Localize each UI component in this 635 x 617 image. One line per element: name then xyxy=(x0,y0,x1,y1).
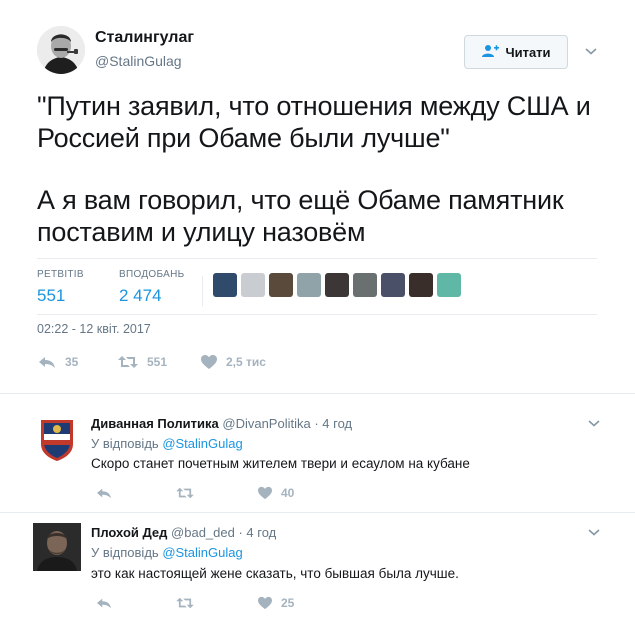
reply-header: Диванная Политика @DivanPolitika · 4 год xyxy=(91,416,352,431)
tweet-text: "Путин заявил, что отношения между США и… xyxy=(37,90,612,248)
chevron-down-icon[interactable] xyxy=(587,527,601,537)
likes-stat[interactable]: ВПОДОБАНЬ 2 474 xyxy=(119,269,184,306)
liker-avatar[interactable] xyxy=(325,273,349,297)
reply-icon xyxy=(97,598,111,609)
tweet-quote-paragraph: "Путин заявил, что отношения между США и… xyxy=(37,91,591,153)
like-action[interactable]: 40 xyxy=(257,486,294,500)
liker-avatar[interactable] xyxy=(269,273,293,297)
likes-value: 2 474 xyxy=(119,286,162,305)
heart-icon xyxy=(258,486,272,500)
divanpolitika-avatar[interactable] xyxy=(33,414,81,462)
follow-button-label: Читати xyxy=(505,44,551,60)
reply-to-link[interactable]: @StalinGulag xyxy=(162,545,242,560)
tweet-timestamp[interactable]: 02:22 - 12 квіт. 2017 xyxy=(37,322,151,336)
retweet-action[interactable]: 551 xyxy=(117,354,167,370)
liker-avatar[interactable] xyxy=(353,273,377,297)
reply-time[interactable]: · 4 год xyxy=(314,416,352,431)
tweet-comment-paragraph: А я вам говорил, что ещё Обаме памятник … xyxy=(37,185,564,247)
reply-icon xyxy=(97,488,111,499)
chevron-down-icon[interactable] xyxy=(584,46,598,56)
reply-text: Скоро станет почетным жителем твери и ес… xyxy=(91,456,470,471)
retweets-label: РЕТВІТІВ xyxy=(37,269,84,280)
liker-avatar[interactable] xyxy=(241,273,265,297)
liker-avatar[interactable] xyxy=(297,273,321,297)
reply-context: У відповідь @StalinGulag xyxy=(91,436,243,451)
like-action[interactable]: 25 xyxy=(257,596,294,610)
main-tweet: Сталингулаг @StalinGulag Читати "Путин з… xyxy=(0,0,635,390)
like-count: 25 xyxy=(281,596,295,610)
reply-time[interactable]: · 4 год xyxy=(238,525,276,540)
reply-prefix: У відповідь xyxy=(91,436,159,451)
reply-text: это как настоящей жене сказать, что бывш… xyxy=(91,566,459,581)
user-handle[interactable]: @StalinGulag xyxy=(95,53,182,69)
liker-avatar[interactable] xyxy=(409,273,433,297)
retweet-icon xyxy=(176,487,194,499)
reply-author-name[interactable]: Диванная Политика xyxy=(91,416,219,431)
tweet-actions: 35 551 2,5 тис xyxy=(37,354,337,374)
liker-avatar[interactable] xyxy=(381,273,405,297)
like-count: 40 xyxy=(281,486,295,500)
like-count: 2,5 тис xyxy=(226,355,266,369)
reply-tweet[interactable]: Плохой Дед @bad_ded · 4 год У відповідь … xyxy=(0,513,635,617)
reply-action[interactable] xyxy=(95,486,113,500)
retweet-icon xyxy=(176,597,194,609)
reply-author-name[interactable]: Плохой Дед xyxy=(91,525,167,540)
bad-ded-avatar[interactable] xyxy=(33,523,81,571)
heart-icon xyxy=(201,355,217,369)
reply-actions: 25 xyxy=(95,596,355,616)
like-action[interactable]: 2,5 тис xyxy=(200,354,266,370)
stalingulag-avatar[interactable] xyxy=(37,26,85,74)
liker-avatar[interactable] xyxy=(437,273,461,297)
reply-action[interactable]: 35 xyxy=(37,354,78,370)
reply-author-handle[interactable]: @DivanPolitika xyxy=(222,416,310,431)
stats-divider xyxy=(202,276,203,306)
retweet-count: 551 xyxy=(147,355,168,369)
reply-author-handle[interactable]: @bad_ded xyxy=(171,525,235,540)
retweets-stat[interactable]: РЕТВІТІВ 551 xyxy=(37,269,84,306)
follow-button[interactable]: Читати xyxy=(464,35,568,69)
display-name[interactable]: Сталингулаг xyxy=(95,29,194,47)
reply-to-link[interactable]: @StalinGulag xyxy=(162,436,242,451)
heart-icon xyxy=(258,596,272,610)
divider xyxy=(37,314,597,315)
retweet-action[interactable] xyxy=(175,486,195,500)
reply-action[interactable] xyxy=(95,596,113,610)
retweets-value: 551 xyxy=(37,286,66,305)
add-user-icon xyxy=(481,44,500,61)
reply-prefix: У відповідь xyxy=(91,545,159,560)
chevron-down-icon[interactable] xyxy=(587,418,601,428)
reply-header: Плохой Дед @bad_ded · 4 год xyxy=(91,525,276,540)
likes-label: ВПОДОБАНЬ xyxy=(119,269,185,280)
reply-tweet[interactable]: Диванная Политика @DivanPolitika · 4 год… xyxy=(0,394,635,512)
liker-avatar[interactable] xyxy=(213,273,237,297)
retweet-icon xyxy=(118,356,138,368)
reply-context: У відповідь @StalinGulag xyxy=(91,545,243,560)
liker-avatars xyxy=(213,273,461,297)
reply-icon xyxy=(39,357,55,368)
retweet-action[interactable] xyxy=(175,596,195,610)
divider xyxy=(37,258,597,259)
reply-actions: 40 xyxy=(95,486,355,506)
reply-count: 35 xyxy=(65,355,79,369)
